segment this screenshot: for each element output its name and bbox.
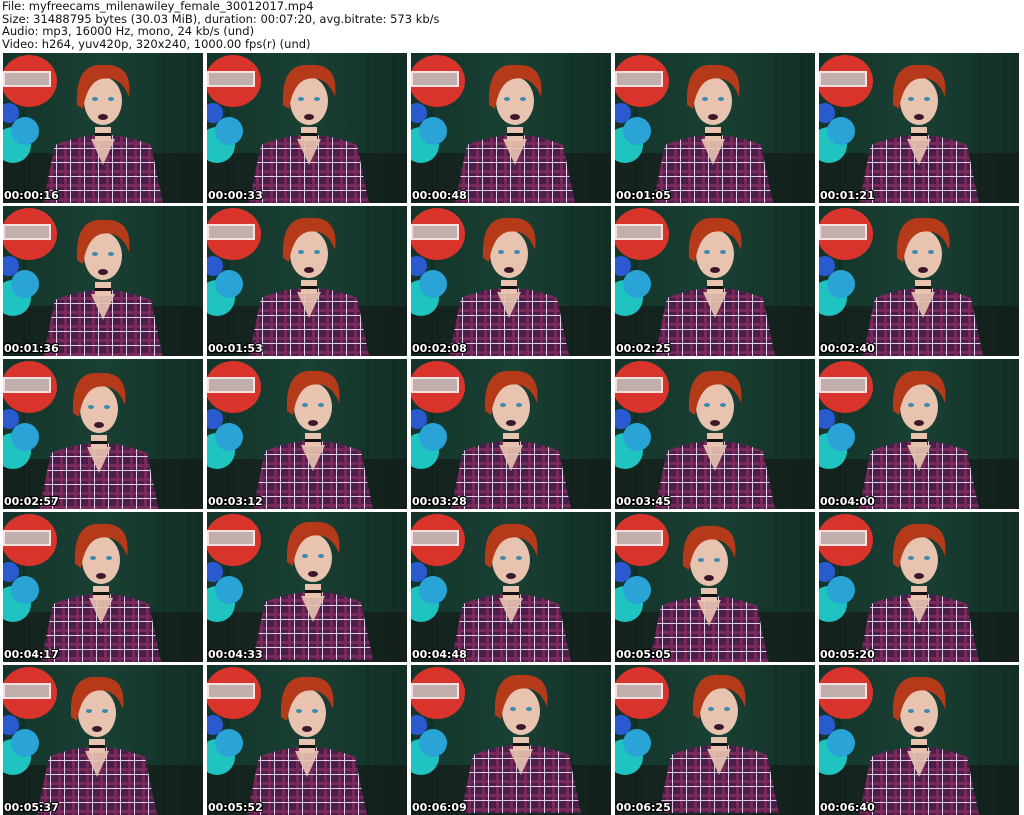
thumbnail-timestamp: 00:06:40	[820, 801, 875, 814]
video-thumbnail[interactable]: 00:02:08	[411, 206, 611, 356]
video-thumbnail[interactable]: 00:05:20	[819, 512, 1019, 662]
thumbnail-timestamp: 00:01:21	[820, 189, 875, 202]
thumbnail-frame-image	[3, 512, 203, 662]
thumbnail-frame-image	[819, 206, 1019, 356]
video-thumbnail[interactable]: 00:04:33	[207, 512, 407, 662]
video-thumbnail[interactable]: 00:02:25	[615, 206, 815, 356]
video-thumbnail[interactable]: 00:06:09	[411, 665, 611, 815]
thumbnail-timestamp: 00:00:33	[208, 189, 263, 202]
video-thumbnail[interactable]: 00:04:00	[819, 359, 1019, 509]
file-info-header: File: myfreecams_milenawiley_female_3001…	[2, 0, 1022, 52]
thumbnail-timestamp: 00:06:25	[616, 801, 671, 814]
video-thumbnail[interactable]: 00:05:37	[3, 665, 203, 815]
thumbnail-timestamp: 00:02:25	[616, 342, 671, 355]
thumbnail-timestamp: 00:01:36	[4, 342, 59, 355]
thumbnail-frame-image	[207, 359, 407, 509]
video-thumbnail[interactable]: 00:03:45	[615, 359, 815, 509]
video-thumbnail[interactable]: 00:04:48	[411, 512, 611, 662]
thumbnail-frame-image	[615, 665, 815, 815]
thumbnail-timestamp: 00:02:08	[412, 342, 467, 355]
thumbnail-timestamp: 00:03:12	[208, 495, 263, 508]
thumbnail-frame-image	[615, 359, 815, 509]
thumbnail-timestamp: 00:01:05	[616, 189, 671, 202]
thumbnail-frame-image	[3, 665, 203, 815]
video-thumbnail[interactable]: 00:02:57	[3, 359, 203, 509]
video-thumbnail[interactable]: 00:06:25	[615, 665, 815, 815]
video-thumbnail[interactable]: 00:00:33	[207, 53, 407, 203]
thumbnail-timestamp: 00:03:28	[412, 495, 467, 508]
thumbnail-frame-image	[207, 512, 407, 662]
video-thumbnail[interactable]: 00:05:52	[207, 665, 407, 815]
thumbnail-timestamp: 00:04:48	[412, 648, 467, 661]
thumbnail-timestamp: 00:05:37	[4, 801, 59, 814]
thumbnail-frame-image	[819, 665, 1019, 815]
thumbnail-frame-image	[411, 665, 611, 815]
thumbnail-timestamp: 00:04:00	[820, 495, 875, 508]
video-thumbnail[interactable]: 00:01:36	[3, 206, 203, 356]
audio-info-line: Audio: mp3, 16000 Hz, mono, 24 kb/s (und…	[2, 24, 255, 39]
thumbnail-frame-image	[207, 53, 407, 203]
video-thumbnail[interactable]: 00:06:40	[819, 665, 1019, 815]
video-thumbnail[interactable]: 00:00:16	[3, 53, 203, 203]
video-thumbnail[interactable]: 00:02:40	[819, 206, 1019, 356]
thumbnail-frame-image	[3, 53, 203, 203]
thumbnail-frame-image	[819, 53, 1019, 203]
thumbnail-frame-image	[615, 206, 815, 356]
video-thumbnail[interactable]: 00:05:05	[615, 512, 815, 662]
thumbnail-timestamp: 00:05:52	[208, 801, 263, 814]
thumbnail-timestamp: 00:05:20	[820, 648, 875, 661]
thumbnail-timestamp: 00:04:33	[208, 648, 263, 661]
video-thumbnail[interactable]: 00:03:12	[207, 359, 407, 509]
thumbnail-frame-image	[411, 53, 611, 203]
thumbnail-timestamp: 00:06:09	[412, 801, 467, 814]
video-thumbnail[interactable]: 00:01:05	[615, 53, 815, 203]
video-thumbnail[interactable]: 00:00:48	[411, 53, 611, 203]
file-name-line: File: myfreecams_milenawiley_female_3001…	[2, 0, 314, 13]
thumbnail-frame-image	[411, 206, 611, 356]
thumbnail-timestamp: 00:00:48	[412, 189, 467, 202]
thumbnail-frame-image	[3, 206, 203, 356]
thumbnail-frame-image	[615, 512, 815, 662]
video-info-line: Video: h264, yuv420p, 320x240, 1000.00 f…	[2, 36, 311, 51]
thumbnail-timestamp: 00:03:45	[616, 495, 671, 508]
thumbnail-grid: 00:00:16 00:00:33 00:00:48 00:01:05 00:0…	[3, 53, 1023, 815]
video-thumbnail[interactable]: 00:01:53	[207, 206, 407, 356]
thumbnail-frame-image	[411, 512, 611, 662]
thumbnail-timestamp: 00:01:53	[208, 342, 263, 355]
thumbnail-frame-image	[3, 359, 203, 509]
thumbnail-timestamp: 00:02:57	[4, 495, 59, 508]
thumbnail-frame-image	[207, 206, 407, 356]
thumbnail-timestamp: 00:00:16	[4, 189, 59, 202]
video-thumbnail[interactable]: 00:01:21	[819, 53, 1019, 203]
thumbnail-timestamp: 00:04:17	[4, 648, 59, 661]
thumbnail-frame-image	[819, 359, 1019, 509]
thumbnail-frame-image	[819, 512, 1019, 662]
thumbnail-frame-image	[207, 665, 407, 815]
thumbnail-frame-image	[615, 53, 815, 203]
thumbnail-timestamp: 00:02:40	[820, 342, 875, 355]
video-thumbnail[interactable]: 00:03:28	[411, 359, 611, 509]
video-thumbnail[interactable]: 00:04:17	[3, 512, 203, 662]
thumbnail-timestamp: 00:05:05	[616, 648, 671, 661]
thumbnail-frame-image	[411, 359, 611, 509]
